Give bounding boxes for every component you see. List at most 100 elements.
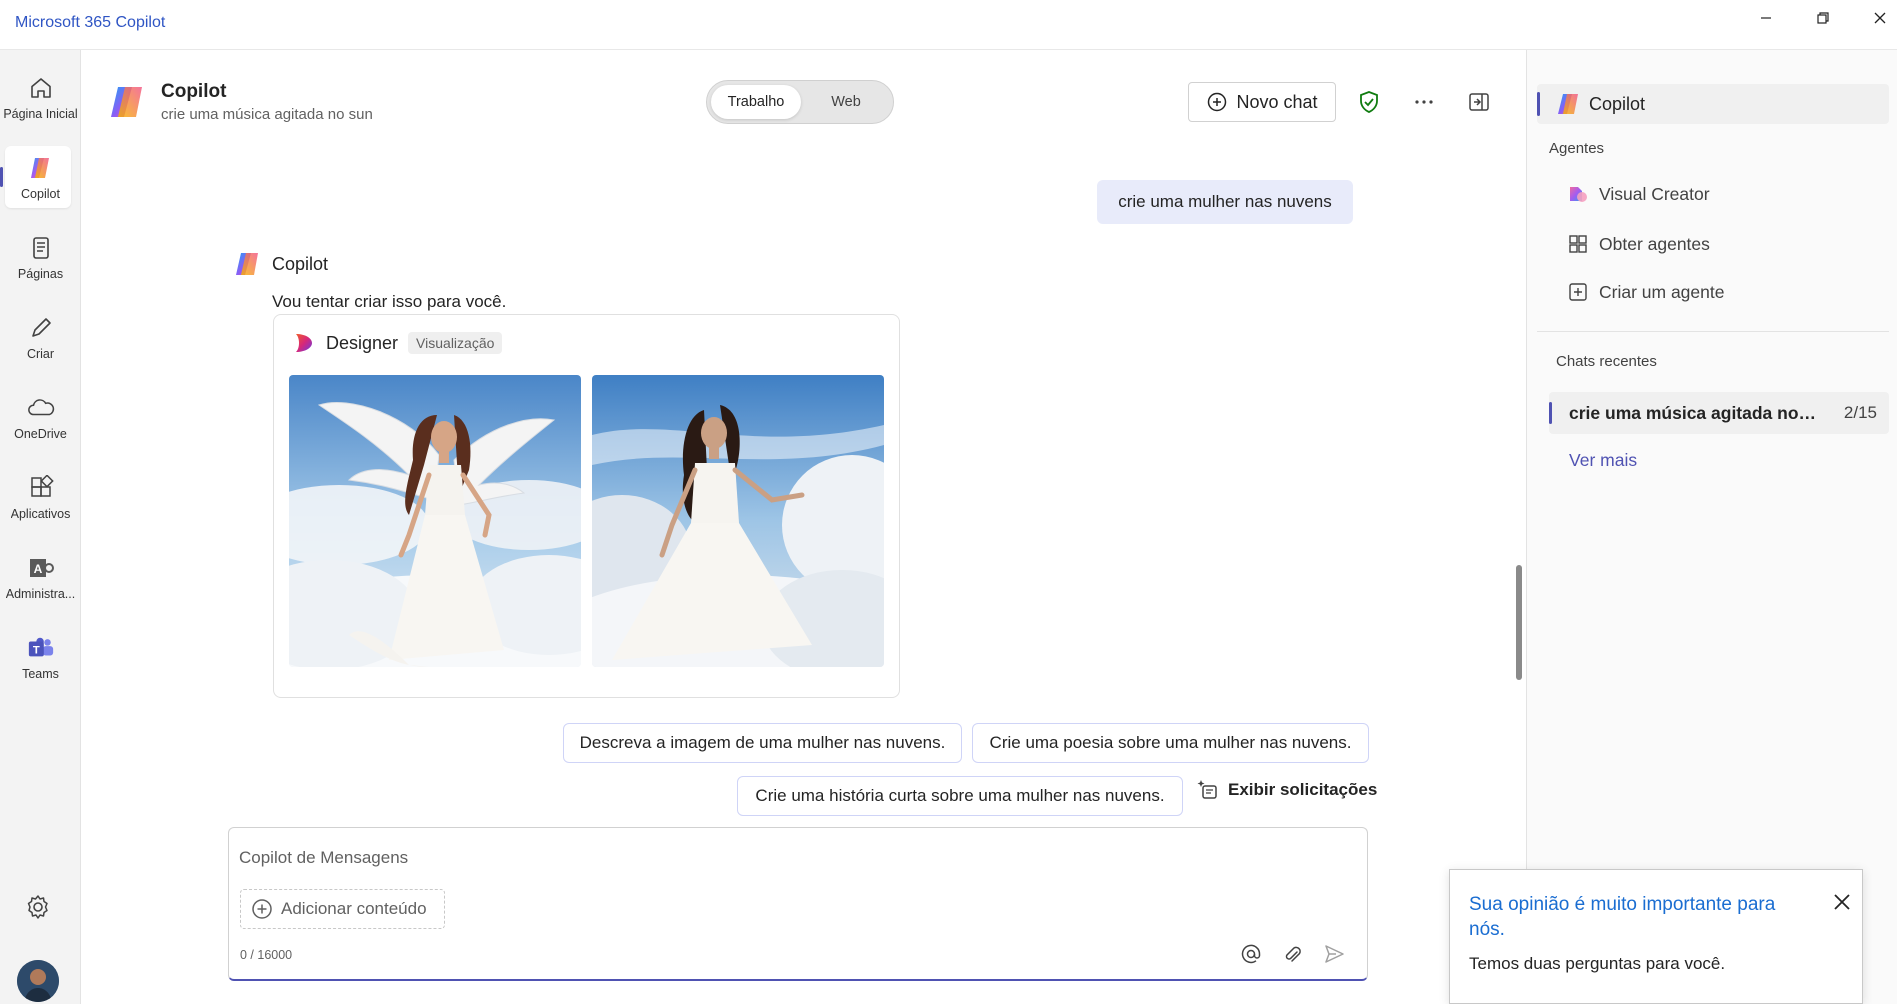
designer-card: Designer Visualização bbox=[273, 314, 900, 698]
agent-visual-creator[interactable]: Visual Creator bbox=[1567, 183, 1710, 205]
chat-header: Copilot crie uma música agitada no sun T… bbox=[81, 50, 1526, 154]
side-pane-icon bbox=[1469, 93, 1489, 111]
designer-logo-icon bbox=[296, 334, 312, 352]
close-icon bbox=[1874, 12, 1886, 24]
show-prompts-button[interactable]: Exibir solicitações bbox=[1196, 778, 1377, 802]
send-icon bbox=[1325, 945, 1344, 963]
prompts-sparkle-icon bbox=[1197, 780, 1217, 799]
copilot-icon bbox=[1558, 94, 1578, 114]
chat-scrollbar[interactable] bbox=[1516, 565, 1522, 680]
recent-chat-count: 2/15 bbox=[1843, 403, 1877, 422]
apps-icon bbox=[27, 474, 55, 502]
copilot-logo-icon bbox=[108, 82, 148, 122]
settings-button[interactable] bbox=[24, 893, 52, 924]
preview-badge: Visualização bbox=[408, 332, 503, 354]
show-prompts-label: Exibir solicitações bbox=[1228, 780, 1378, 799]
designer-name: Designer bbox=[326, 332, 399, 353]
right-pane-copilot-label: Copilot bbox=[1589, 93, 1646, 114]
rail-label-copilot: Copilot bbox=[21, 186, 60, 201]
copilot-icon bbox=[27, 154, 55, 182]
bot-header: Copilot bbox=[234, 250, 328, 278]
right-pane-divider bbox=[1537, 331, 1889, 332]
copilot-avatar-icon bbox=[236, 253, 258, 275]
get-agents-icon bbox=[1569, 235, 1587, 253]
add-circle-icon bbox=[252, 899, 272, 919]
right-pane: Copilot Agentes Visual Creator Obter age… bbox=[1526, 50, 1897, 1004]
rail-label-teams: Teams bbox=[22, 666, 59, 681]
right-pane-copilot-item[interactable]: Copilot bbox=[1537, 84, 1889, 124]
paperclip-icon bbox=[1285, 946, 1301, 962]
svg-text:T: T bbox=[32, 644, 39, 656]
onedrive-icon bbox=[27, 394, 55, 422]
agent-label: Visual Creator bbox=[1599, 183, 1710, 204]
recent-chat-item[interactable]: crie uma música agitada no s... 2/15 bbox=[1549, 392, 1889, 434]
suggestion-chip-story[interactable]: Crie uma história curta sobre uma mulher… bbox=[737, 776, 1183, 816]
character-counter: 0 / 16000 bbox=[240, 948, 293, 962]
toggle-side-pane-button[interactable] bbox=[1463, 86, 1495, 118]
teams-icon: T bbox=[27, 634, 55, 662]
feedback-toast: Sua opinião é muito importante para nós.… bbox=[1449, 869, 1863, 1004]
suggestion-chip-describe[interactable]: Descreva a imagem de uma mulher nas nuve… bbox=[563, 723, 962, 763]
recent-chat-title: crie uma música agitada no s... bbox=[1569, 403, 1819, 423]
restore-button[interactable] bbox=[1800, 4, 1846, 32]
work-web-toggle[interactable]: Trabalho Web bbox=[706, 80, 894, 124]
rail-label-create: Criar bbox=[26, 346, 55, 361]
feedback-title[interactable]: Sua opinião é muito importante para nós. bbox=[1469, 892, 1799, 942]
feedback-body: Temos duas perguntas para você. bbox=[1469, 954, 1726, 973]
rail-label-admin: Administra... bbox=[5, 586, 76, 601]
rail-label-apps: Aplicativos bbox=[10, 506, 71, 521]
agent-create-agent[interactable]: Criar um agente bbox=[1567, 281, 1724, 303]
add-content-label: Adicionar conteúdo bbox=[281, 899, 427, 918]
pages-icon bbox=[27, 234, 55, 262]
suggestion-chip-poem[interactable]: Crie uma poesia sobre uma mulher nas nuv… bbox=[972, 723, 1369, 763]
page-title: Copilot bbox=[161, 81, 227, 102]
new-chat-label: Novo chat bbox=[1236, 91, 1318, 112]
rail-item-apps[interactable]: Aplicativos bbox=[0, 462, 81, 532]
message-composer[interactable]: Copilot de Mensagens Adicionar conteúdo … bbox=[228, 827, 1368, 981]
message-input[interactable]: Copilot de Mensagens bbox=[239, 848, 408, 868]
rail-item-copilot[interactable]: Copilot bbox=[0, 142, 81, 212]
add-content-button[interactable]: Adicionar conteúdo bbox=[240, 889, 445, 929]
svg-text:A: A bbox=[33, 562, 42, 576]
gear-icon bbox=[27, 895, 48, 919]
create-icon bbox=[27, 314, 55, 342]
attach-button[interactable] bbox=[1278, 940, 1306, 968]
generated-image-2[interactable] bbox=[592, 375, 884, 667]
avatar[interactable] bbox=[17, 960, 59, 1002]
rail-item-onedrive[interactable]: OneDrive bbox=[0, 382, 81, 452]
left-rail: Página Inicial Copilot Páginas Criar One… bbox=[0, 50, 81, 1004]
rail-item-pages[interactable]: Páginas bbox=[0, 222, 81, 292]
new-chat-button[interactable]: Novo chat bbox=[1188, 82, 1336, 122]
see-more-link[interactable]: Ver mais bbox=[1569, 450, 1637, 471]
send-button[interactable] bbox=[1320, 940, 1348, 968]
agent-get-agents[interactable]: Obter agentes bbox=[1567, 233, 1710, 255]
rail-label-pages: Páginas bbox=[17, 266, 64, 281]
mention-button[interactable] bbox=[1237, 940, 1265, 968]
agent-label: Criar um agente bbox=[1599, 281, 1725, 302]
rail-item-admin[interactable]: A Administra... bbox=[0, 542, 81, 612]
rail-item-teams[interactable]: T Teams bbox=[0, 622, 81, 692]
toggle-web[interactable]: Web bbox=[801, 85, 891, 119]
more-icon bbox=[1415, 100, 1433, 104]
user-message: crie uma mulher nas nuvens bbox=[1097, 180, 1353, 224]
feedback-close-button[interactable] bbox=[1830, 890, 1854, 914]
close-window-button[interactable] bbox=[1857, 4, 1897, 32]
rail-item-home[interactable]: Página Inicial bbox=[0, 62, 81, 132]
protection-shield-button[interactable] bbox=[1353, 86, 1385, 118]
recent-chats-heading: Chats recentes bbox=[1556, 353, 1657, 370]
title-bar: Microsoft 365 Copilot bbox=[0, 0, 1897, 50]
rail-label-home: Página Inicial bbox=[3, 106, 78, 121]
chat-subtitle: crie uma música agitada no sun bbox=[161, 106, 373, 123]
create-agent-icon bbox=[1569, 283, 1587, 301]
bot-name: Copilot bbox=[272, 253, 329, 274]
generated-image-1[interactable] bbox=[289, 375, 581, 667]
toggle-work[interactable]: Trabalho bbox=[711, 85, 801, 119]
minimize-button[interactable] bbox=[1743, 4, 1789, 32]
restore-icon bbox=[1817, 12, 1829, 24]
minimize-icon bbox=[1761, 17, 1771, 19]
at-sign-icon bbox=[1241, 944, 1261, 964]
home-icon bbox=[27, 74, 55, 102]
more-options-button[interactable] bbox=[1408, 86, 1440, 118]
admin-icon: A bbox=[27, 554, 55, 582]
rail-item-create[interactable]: Criar bbox=[0, 302, 81, 372]
